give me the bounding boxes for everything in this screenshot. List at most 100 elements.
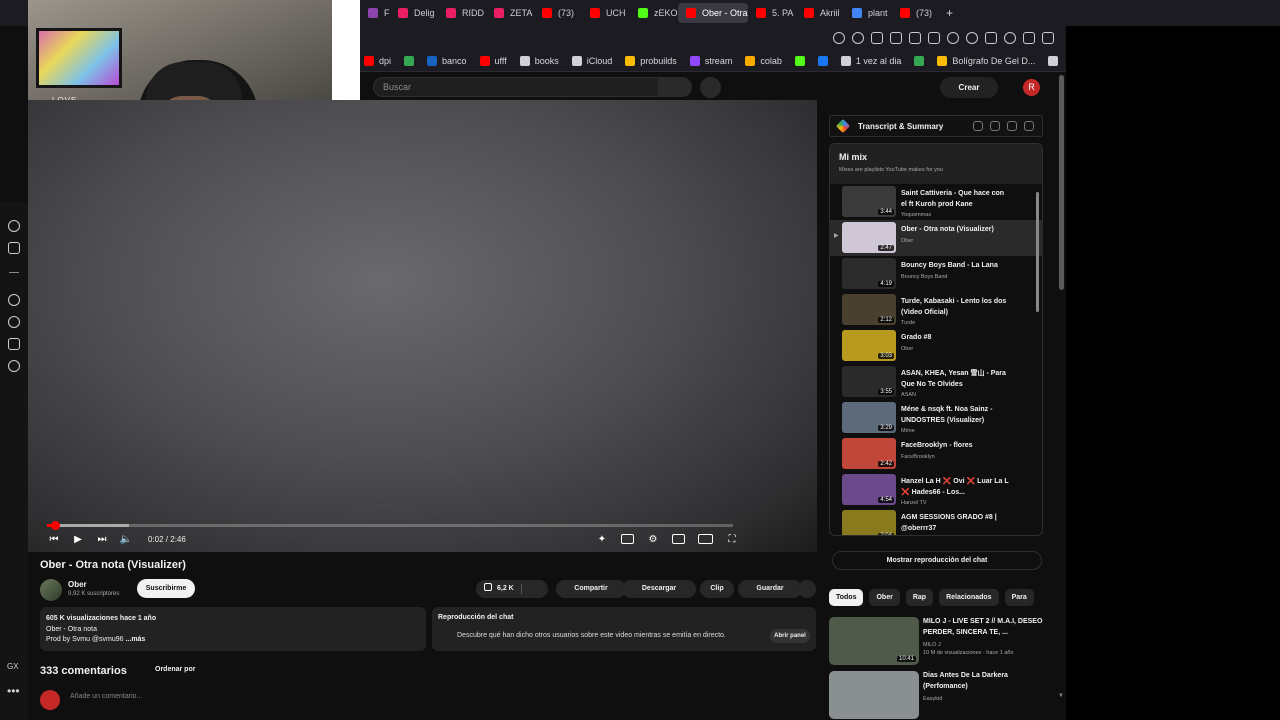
miniplayer-icon[interactable] [672,534,685,544]
heart-icon[interactable] [8,294,20,306]
clip-button[interactable]: Clip [700,580,734,598]
browser-tab[interactable]: UCH [582,3,630,23]
mix-item[interactable]: 2:12 Turde, Kabasaki - Lento los dos (Vid… [830,292,1042,328]
browser-tab[interactable]: (73) [534,3,582,23]
description-box[interactable]: 605 K visualizaciones hace 1 año Ober - … [40,607,426,651]
filter-chip[interactable]: Ober [869,589,900,606]
gx-label[interactable]: GX [7,662,19,671]
music-icon[interactable] [947,32,959,44]
mix-thumbnail[interactable]: 3:03 [842,330,896,361]
mix-item[interactable]: 4:54 Hanzel La H ❌ Ovi ❌ Luar La L ❌ Hade… [830,472,1042,508]
subtitles-icon[interactable] [621,534,634,544]
bookmark-item[interactable]: 1 vez al dia [840,55,901,66]
browser-tab[interactable]: Delig [390,3,438,23]
more-actions-button[interactable] [798,580,816,598]
pin-icon[interactable] [871,32,883,44]
mix-thumbnail[interactable]: 2:47 [842,222,896,253]
volume-icon[interactable]: 🔈 [120,533,132,545]
fullscreen-icon[interactable]: ⛶ [726,533,738,545]
related-title[interactable]: Dias Antes De La Darkera (Perfomance) [923,671,1043,692]
mix-item-title[interactable]: AGM SESSIONS GRADO #8 | @oberrr37 [901,513,1011,534]
mix-thumbnail[interactable]: 2:12 [842,294,896,325]
mix-thumbnail[interactable]: 3:44 [842,186,896,217]
mix-item[interactable]: 3:03 Grado #8 Ober [830,328,1042,364]
theater-mode-icon[interactable] [698,534,713,544]
related-title[interactable]: MILO J - LIVE SET 2 // M.A.I, DESEO PERD… [923,617,1043,638]
view-icon[interactable] [1007,121,1017,131]
mix-item-title[interactable]: Méne & nsqk ft. Noa Sainz - UNDOSTRES (V… [901,405,1011,426]
mix-item-title[interactable]: Turde, Kabasaki - Lento los dos (Video O… [901,297,1011,318]
mix-thumbnail[interactable]: 4:54 [842,474,896,505]
video-player[interactable]: ⏮ ▶ ⏭ 🔈 0:02 / 2:46 ✦ ⚙ ⛶ [28,100,817,552]
progress-bar[interactable] [47,521,733,530]
mix-item[interactable]: 2:42 FaceBrooklyn - flores FaceBrooklyn [830,436,1042,472]
mix-item[interactable]: 2:04 AGM SESSIONS GRADO #8 | @oberrr37AGM [830,508,1042,535]
bookmark-item[interactable] [914,55,925,66]
bookmark-item[interactable] [794,55,805,66]
bookmark-item[interactable]: stream [689,55,732,66]
bookmark-item[interactable] [817,55,828,66]
mix-item[interactable]: ▶ 2:47 Ober - Otra nota (Visualizer) Ober [830,220,1042,256]
sparkle-icon[interactable]: ✦ [596,533,608,545]
bookmark-item[interactable] [404,55,415,66]
filter-chip[interactable]: Relacionados [939,589,999,606]
comment-input[interactable]: Añade un comentario... [70,693,142,700]
extensions-icon[interactable] [8,338,20,350]
mix-scrollbar[interactable] [1036,192,1039,312]
like-button[interactable]: 6,2 K [476,580,548,598]
related-thumbnail[interactable] [829,671,919,719]
show-more-link[interactable]: ...más [125,636,145,643]
extensions-icon[interactable] [985,32,997,44]
mix-item[interactable]: 4:19 Bouncy Boys Band - La Lana Bouncy Boy… [830,256,1042,292]
mix-thumbnail[interactable]: 2:04 [842,510,896,535]
bookmark-item[interactable]: probuilds [625,55,677,66]
mix-thumbnail[interactable]: 3:29 [842,402,896,433]
profile-icon[interactable] [1004,32,1016,44]
related-video[interactable]: Dias Antes De La Darkera (Perfomance) Eas… [829,671,1043,720]
mix-item-title[interactable]: Ober - Otra nota (Visualizer) [901,225,1011,236]
filter-chip[interactable]: Para [1004,589,1034,606]
search-input[interactable]: Buscar [373,77,659,97]
related-thumbnail[interactable]: 10:41 [829,617,919,665]
voice-search-button[interactable] [700,77,721,98]
mix-item[interactable]: 3:55 ASAN, KHEA, Yesan 雪山 - Para Que No T… [830,364,1042,400]
emoji-icon[interactable] [852,32,864,44]
sort-comments-button[interactable]: Ordenar por [155,666,195,673]
browser-tab[interactable]: zEKO [630,3,678,23]
bookmark-item[interactable] [1048,55,1059,66]
bookmark-item[interactable]: iCloud [571,55,612,66]
bookmark-item[interactable]: Bolígrafo De Gel D... [937,55,1035,66]
mix-thumbnail[interactable]: 3:55 [842,366,896,397]
mix-thumbnail[interactable]: 4:19 [842,258,896,289]
channel-name[interactable]: Ober [68,580,87,589]
related-video[interactable]: 10:41 MILO J - LIVE SET 2 // M.A.I, DESEO… [829,617,1043,669]
settings-icon[interactable] [8,360,20,372]
browser-tab[interactable]: Ober - Otra [678,3,748,23]
send-icon[interactable] [928,32,940,44]
zoom-icon[interactable] [833,32,845,44]
browser-tab[interactable]: plant [844,3,892,23]
history-icon[interactable] [8,316,20,328]
bookmark-item[interactable]: dpi [364,55,391,66]
whatsapp-icon[interactable] [8,220,20,232]
bookmark-item[interactable]: ufff [479,55,507,66]
gear-icon[interactable] [1024,121,1034,131]
sidebar-more-icon[interactable]: ••• [7,684,20,698]
progress-scrubber[interactable] [51,521,61,530]
create-button[interactable]: Crear [940,77,998,98]
bookmark-item[interactable]: colab [745,55,782,66]
mix-item-title[interactable]: FaceBrooklyn - flores [901,441,1011,452]
filter-chip[interactable]: Todos [829,589,864,606]
scroll-down-icon[interactable]: ▼ [1058,693,1064,699]
browser-tab[interactable]: RIDD [438,3,486,23]
previous-icon[interactable]: ⏮ [48,533,60,545]
next-icon[interactable]: ⏭ [96,533,108,545]
browser-tab[interactable]: ZETA [486,3,534,23]
browser-tab[interactable]: 5. PA [748,3,796,23]
browser-tab[interactable]: FM [360,3,390,23]
channel-avatar[interactable] [40,579,62,601]
mix-item[interactable]: 3:44 Saint Cattiveria - Que hace con el f… [830,184,1042,220]
mix-item[interactable]: 3:29 Méne & nsqk ft. Noa Sainz - UNDOSTRE… [830,400,1042,436]
download-button[interactable]: Descargar [622,580,696,598]
save-button[interactable]: Guardar [738,580,802,598]
